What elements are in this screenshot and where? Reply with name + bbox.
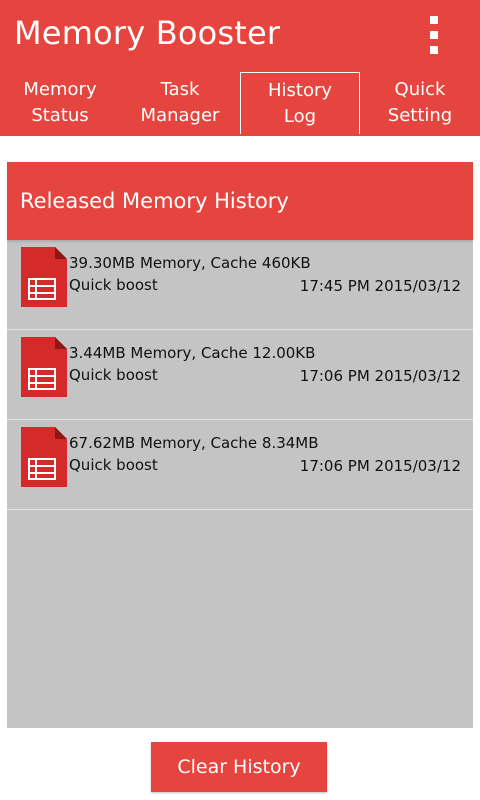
history-panel: Released Memory History 39.30MB Memory, … (7, 162, 473, 728)
app-title: Memory Booster (14, 14, 281, 52)
app-bar: Memory Booster Memory Status Task Manage… (0, 0, 480, 136)
app-root: Memory Booster Memory Status Task Manage… (0, 0, 480, 800)
row-type: Quick boost (69, 366, 158, 384)
row-time: 17:06 PM 2015/03/12 (299, 367, 461, 385)
panel-title: Released Memory History (7, 162, 473, 240)
row-type: Quick boost (69, 456, 158, 474)
row-time: 17:45 PM 2015/03/12 (299, 277, 461, 295)
overflow-dot (430, 16, 438, 24)
row-title: 39.30MB Memory, Cache 460KB (69, 254, 311, 272)
tab-history-log[interactable]: History Log (240, 72, 360, 134)
history-list: 39.30MB Memory, Cache 460KB Quick boost … (7, 240, 473, 510)
row-time: 17:06 PM 2015/03/12 (299, 457, 461, 475)
history-row[interactable]: 3.44MB Memory, Cache 12.00KB Quick boost… (7, 330, 473, 420)
row-type: Quick boost (69, 276, 158, 294)
tab-bar: Memory Status Task Manager History Log Q… (0, 72, 480, 134)
tab-task-manager[interactable]: Task Manager (120, 72, 240, 134)
overflow-dot (430, 46, 438, 54)
overflow-menu-icon[interactable] (414, 12, 454, 58)
row-title: 3.44MB Memory, Cache 12.00KB (69, 344, 316, 362)
tab-memory-status[interactable]: Memory Status (0, 72, 120, 134)
overflow-dot (430, 31, 438, 39)
history-row[interactable]: 67.62MB Memory, Cache 8.34MB Quick boost… (7, 420, 473, 510)
row-title: 67.62MB Memory, Cache 8.34MB (69, 434, 319, 452)
spreadsheet-doc-icon (21, 337, 67, 397)
spreadsheet-doc-icon (21, 427, 67, 487)
spreadsheet-doc-icon (21, 247, 67, 307)
history-row[interactable]: 39.30MB Memory, Cache 460KB Quick boost … (7, 240, 473, 330)
clear-history-button[interactable]: Clear History (151, 742, 327, 792)
tab-quick-setting[interactable]: Quick Setting (360, 72, 480, 134)
